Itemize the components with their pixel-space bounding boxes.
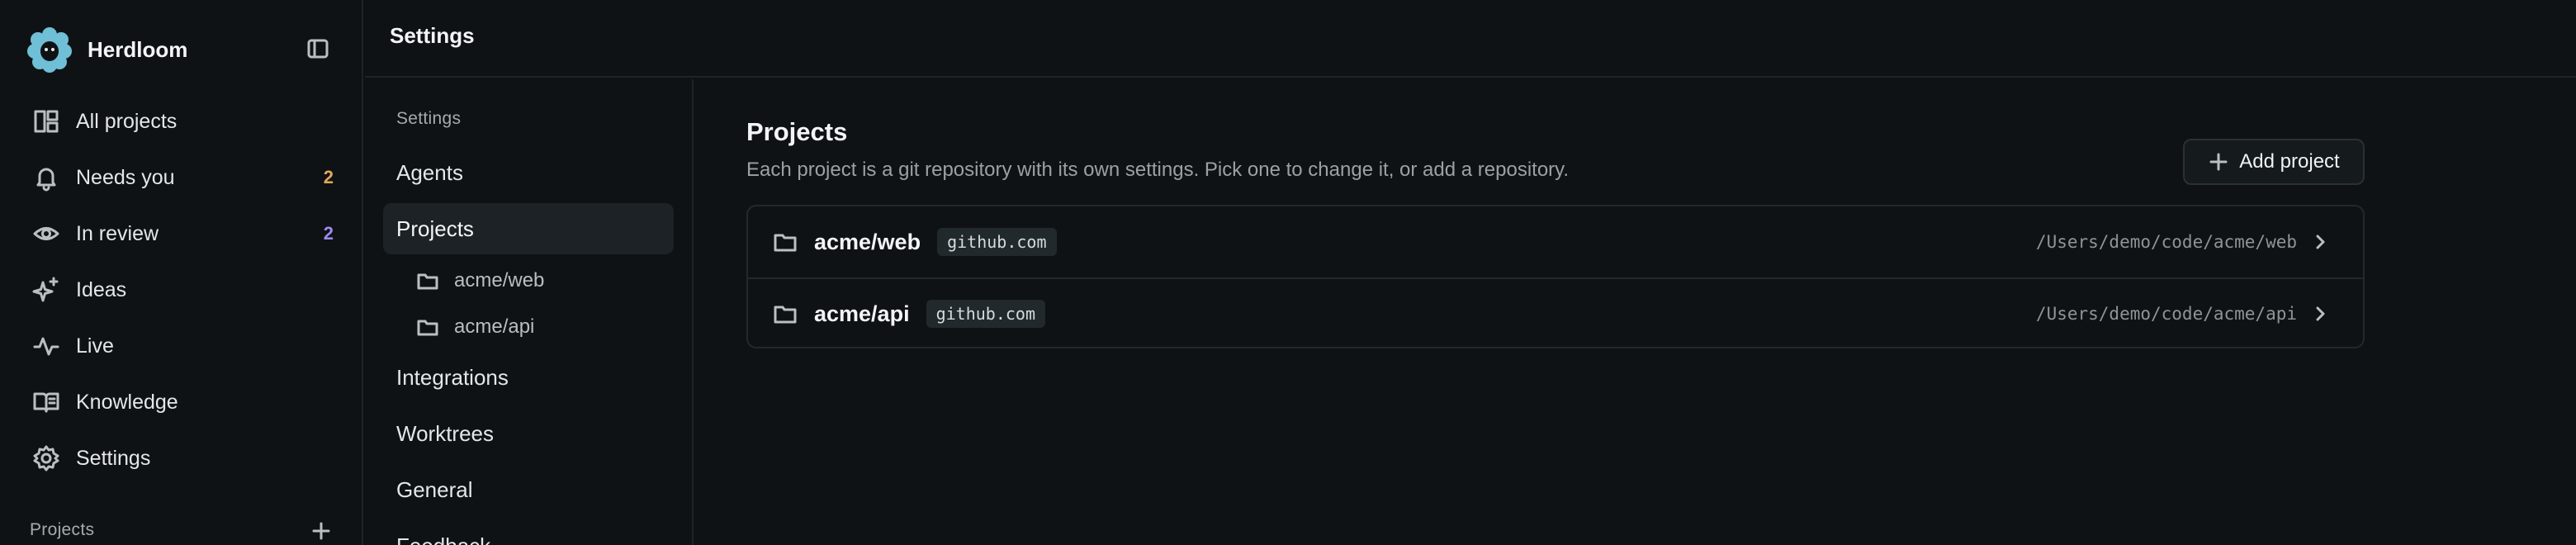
plus-icon [312,522,330,540]
folder-icon [774,306,797,324]
settings-nav-label: Agents [396,159,463,185]
collapse-sidebar-button[interactable] [304,36,332,61]
sidebar-item-needs-you[interactable]: Needs you 2 [17,154,347,201]
sidebar-item-label: Settings [76,446,151,470]
settings-nav: Settings Agents Projects acme/web acme/a… [365,79,694,545]
project-host-badge: github.com [937,228,1057,256]
project-row[interactable]: acme/api github.com /Users/demo/code/acm… [748,277,2363,347]
project-path: /Users/demo/code/acme/api [2035,304,2297,324]
sidebar-item-label: Live [76,334,114,358]
gear-icon [30,442,63,475]
settings-nav-agents[interactable]: Agents [383,147,674,198]
project-path: /Users/demo/code/acme/web [2035,232,2297,252]
settings-nav-worktrees[interactable]: Worktrees [383,408,674,459]
plus-icon [2209,153,2228,171]
sidebar-item-settings[interactable]: Settings [17,435,347,481]
project-name: acme/api [814,301,910,326]
project-host-badge: github.com [926,300,1045,328]
settings-nav-projects[interactable]: Projects [383,203,674,254]
main-content: Projects Each project is a git repositor… [695,79,2576,545]
chevron-right-icon [2316,235,2325,249]
settings-nav-label: Integrations [396,364,509,390]
sidebar-toggle-icon [307,39,329,59]
sidebar: Herdloom All projects Needs you 2 In rev… [0,0,363,545]
sidebar-item-label: Needs you [76,165,175,189]
settings-nav-heading: Settings [396,109,462,128]
sheep-logo-icon [27,27,72,73]
app-name: Herdloom [88,36,188,62]
settings-nav-general[interactable]: General [383,464,674,515]
add-project-label: Add project [2239,150,2340,173]
brand[interactable]: Herdloom [26,25,187,74]
settings-nav-label: Feedback [396,533,490,545]
settings-nav-sub-label: acme/web [454,269,545,291]
settings-nav-feedback[interactable]: Feedback [383,520,674,545]
project-row[interactable]: acme/web github.com /Users/demo/code/acm… [748,206,2363,277]
chevron-right-icon [2316,306,2325,321]
settings-nav-project-acme-web[interactable]: acme/web [416,263,544,299]
top-bar: Settings [365,0,2576,78]
project-name: acme/web [814,229,921,254]
sidebar-item-live[interactable]: Live [17,323,347,369]
book-icon [30,386,63,419]
projects-list: acme/web github.com /Users/demo/code/acm… [746,205,2365,348]
sidebar-item-knowledge[interactable]: Knowledge [17,379,347,425]
section-description: Each project is a git repository with it… [746,159,1570,181]
settings-nav-label: Worktrees [396,420,494,446]
settings-nav-label: General [396,476,473,502]
sidebar-item-in-review[interactable]: In review 2 [17,211,347,257]
sidebar-projects-section-label: Projects [30,520,95,539]
section-title: Projects [746,117,848,146]
folder-icon [416,315,439,339]
folder-icon [774,234,797,252]
folder-icon [416,269,439,292]
sidebar-item-all-projects[interactable]: All projects [17,98,347,145]
sidebar-item-label: All projects [76,109,178,133]
settings-nav-label: Projects [396,216,474,241]
sidebar-item-label: In review [76,221,159,245]
activity-icon [30,329,63,363]
sidebar-item-label: Ideas [76,277,127,301]
needs-you-count-badge: 2 [323,167,334,187]
sidebar-add-project-button[interactable] [309,519,334,543]
in-review-count-badge: 2 [323,223,334,244]
bell-icon [30,161,63,194]
eye-icon [30,217,63,250]
add-project-button[interactable]: Add project [2183,139,2365,185]
settings-nav-project-acme-api[interactable]: acme/api [416,309,534,345]
sidebar-item-label: Knowledge [76,390,178,414]
page-title: Settings [390,23,475,48]
settings-nav-integrations[interactable]: Integrations [383,352,674,403]
grid-icon [30,105,63,138]
sparkles-icon [30,273,63,306]
sidebar-item-ideas[interactable]: Ideas [17,267,347,313]
settings-nav-sub-label: acme/api [454,315,535,338]
